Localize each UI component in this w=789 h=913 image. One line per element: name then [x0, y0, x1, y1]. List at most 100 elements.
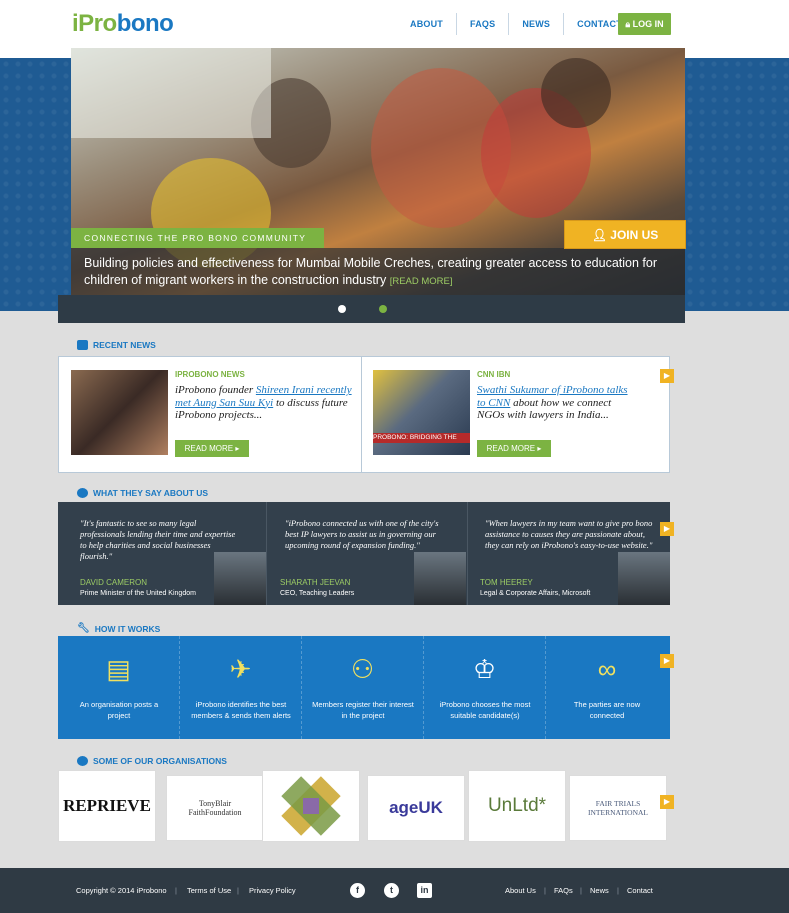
news-item: IPROBONO NEWS iProbono founder Shireen I… [59, 357, 362, 472]
how-step-text: The parties are now connected [573, 700, 641, 720]
testimonial-role: Prime Minister of the United Kingdom [80, 590, 196, 597]
org-logo-reprieve[interactable]: REPRIEVE [58, 770, 156, 842]
chevron-right-icon: ▶ [663, 797, 671, 806]
join-us-button[interactable]: 👤︎ JOIN US [564, 220, 686, 249]
organisations-next-button[interactable]: ▶ [660, 795, 674, 809]
recent-news-panel: IPROBONO NEWS iProbono founder Shireen I… [58, 356, 670, 473]
copyright-text: Copyright © 2014 iProbono [76, 886, 167, 895]
footer-contact-link[interactable]: Contact [627, 886, 653, 895]
chevron-right-icon: ▶ [663, 656, 671, 665]
hero-read-more-link[interactable]: [READ MORE] [390, 276, 453, 287]
hero-wall-chart [71, 48, 271, 138]
slider-pagination-bar [58, 295, 685, 323]
footer-about-link[interactable]: About Us [505, 886, 536, 895]
testimonials-panel: "It's fantastic to see so many legal pro… [58, 502, 670, 605]
twitter-icon[interactable]: t [384, 883, 399, 898]
user-icon: 👤︎ [591, 228, 607, 242]
footer-separator: | [175, 886, 177, 895]
wrench-icon: 🔧︎ [77, 623, 90, 634]
how-step: ✈︎ iProbono identifies the best members &… [180, 636, 302, 739]
chevron-right-icon: ▶ [663, 371, 671, 380]
news-category: CNN IBN [477, 370, 511, 379]
testimonial: "iProbono connected us with one of the c… [267, 502, 468, 605]
footer-terms-link[interactable]: Terms of Use [187, 886, 231, 895]
speech-bubble-icon [77, 488, 88, 498]
globe-icon [77, 756, 88, 766]
news-summary: Swathi Sukumar of iProbono talks to CNN … [477, 384, 628, 421]
crossed-tiles-logo [281, 776, 341, 836]
nav-news[interactable]: NEWS [508, 13, 563, 35]
news-photo-caption: PROBONO: BRIDGING THE [373, 433, 470, 443]
people-icon: ⚇ [350, 654, 375, 684]
testimonials-heading: WHAT THEY SAY ABOUT US [77, 488, 208, 498]
how-step: ∞ The parties are now connected [546, 636, 668, 739]
testimonial-name: DAVID CAMERON [80, 578, 147, 587]
news-category: IPROBONO NEWS [175, 370, 245, 379]
chevron-right-icon: ▸ [537, 444, 542, 453]
main-nav: ABOUT FAQS NEWS CONTACT [397, 13, 635, 35]
how-step-text: An organisation posts a project [79, 700, 159, 720]
org-logo-tony-blair-faith-foundation[interactable]: TonyBlair FaithFoundation [166, 775, 264, 841]
lock-icon: 🔒︎ [625, 19, 631, 29]
footer-news-link[interactable]: News [590, 886, 609, 895]
footer-separator: | [544, 886, 546, 895]
org-logo-crossed-tiles[interactable] [262, 770, 360, 842]
chevron-right-icon: ▸ [235, 444, 240, 453]
logo-tile [303, 798, 319, 814]
document-icon: ▤ [106, 654, 131, 684]
testimonial-role: Legal & Corporate Affairs, Microsoft [480, 590, 591, 597]
testimonial: "It's fantastic to see so many legal pro… [58, 502, 267, 605]
testimonial-photo [414, 552, 466, 605]
organisations-heading: SOME OF OUR ORGANISATIONS [77, 756, 227, 766]
recent-news-heading: RECENT NEWS [77, 340, 156, 350]
testimonial-photo [618, 552, 670, 605]
slider-dot-2[interactable] [379, 305, 387, 313]
facebook-icon[interactable]: f [350, 883, 365, 898]
hero-figure-shape [541, 58, 611, 128]
news-read-more-button[interactable]: READ MORE ▸ [477, 440, 551, 457]
testimonial-role: CEO, Teaching Leaders [280, 590, 355, 597]
how-step-text: iProbono chooses the most suitable candi… [439, 700, 531, 720]
testimonial-quote: "iProbono connected us with one of the c… [285, 518, 439, 550]
testimonial-photo [214, 552, 266, 605]
news-summary: iProbono founder Shireen Irani recently … [175, 384, 352, 421]
news-photo[interactable]: PROBONO: BRIDGING THE [373, 370, 470, 455]
footer-privacy-link[interactable]: Privacy Policy [249, 886, 296, 895]
testimonial: "When lawyers in my team want to give pr… [468, 502, 670, 605]
news-photo[interactable] [71, 370, 168, 455]
testimonial-name: SHARATH JEEVAN [280, 578, 351, 587]
testimonial-name: TOM HEEREY [480, 578, 533, 587]
crowned-person-icon: ♔ [472, 654, 497, 684]
how-step: ▤ An organisation posts a project [58, 636, 180, 739]
org-logo-age-uk[interactable]: ageUK [367, 775, 465, 841]
nav-faqs[interactable]: FAQS [456, 13, 508, 35]
footer-separator: | [237, 886, 239, 895]
testimonial-quote: "When lawyers in my team want to give pr… [485, 518, 653, 550]
how-it-works-heading: 🔧︎ HOW IT WORKS [77, 623, 161, 634]
chevron-right-icon: ▶ [663, 524, 671, 533]
how-step-text: Members register their interest in the p… [312, 700, 414, 720]
how-step: ⚇ Members register their interest in the … [302, 636, 424, 739]
paper-plane-icon: ✈︎ [229, 654, 252, 684]
iprobono-logo[interactable]: iProbono [72, 10, 174, 38]
slider-dot-1[interactable] [338, 305, 346, 313]
how-step: ♔ iProbono chooses the most suitable cand… [424, 636, 546, 739]
hero-tagline: CONNECTING THE PRO BONO COMMUNITY [71, 228, 324, 248]
footer-faqs-link[interactable]: FAQs [554, 886, 573, 895]
org-logo-fair-trials[interactable]: FAIR TRIALS INTERNATIONAL [569, 775, 667, 841]
how-it-works-next-button[interactable]: ▶ [660, 654, 674, 668]
footer-separator: | [580, 886, 582, 895]
linked-rings-icon: ∞ [597, 654, 617, 684]
org-logo-unltd[interactable]: UnLtd* [468, 770, 566, 842]
how-it-works-panel: ▤ An organisation posts a project ✈︎ iProb… [58, 636, 670, 739]
hero-caption: Building policies and effectiveness for … [71, 248, 685, 295]
newspaper-icon [77, 340, 88, 350]
news-next-button[interactable]: ▶ [660, 369, 674, 383]
footer-separator: | [617, 886, 619, 895]
news-item: PROBONO: BRIDGING THE CNN IBN Swathi Suk… [362, 357, 669, 472]
login-button[interactable]: 🔒︎ LOG IN [618, 13, 671, 35]
testimonials-next-button[interactable]: ▶ [660, 522, 674, 536]
linkedin-icon[interactable]: in [417, 883, 432, 898]
news-read-more-button[interactable]: READ MORE ▸ [175, 440, 249, 457]
nav-about[interactable]: ABOUT [397, 13, 456, 35]
